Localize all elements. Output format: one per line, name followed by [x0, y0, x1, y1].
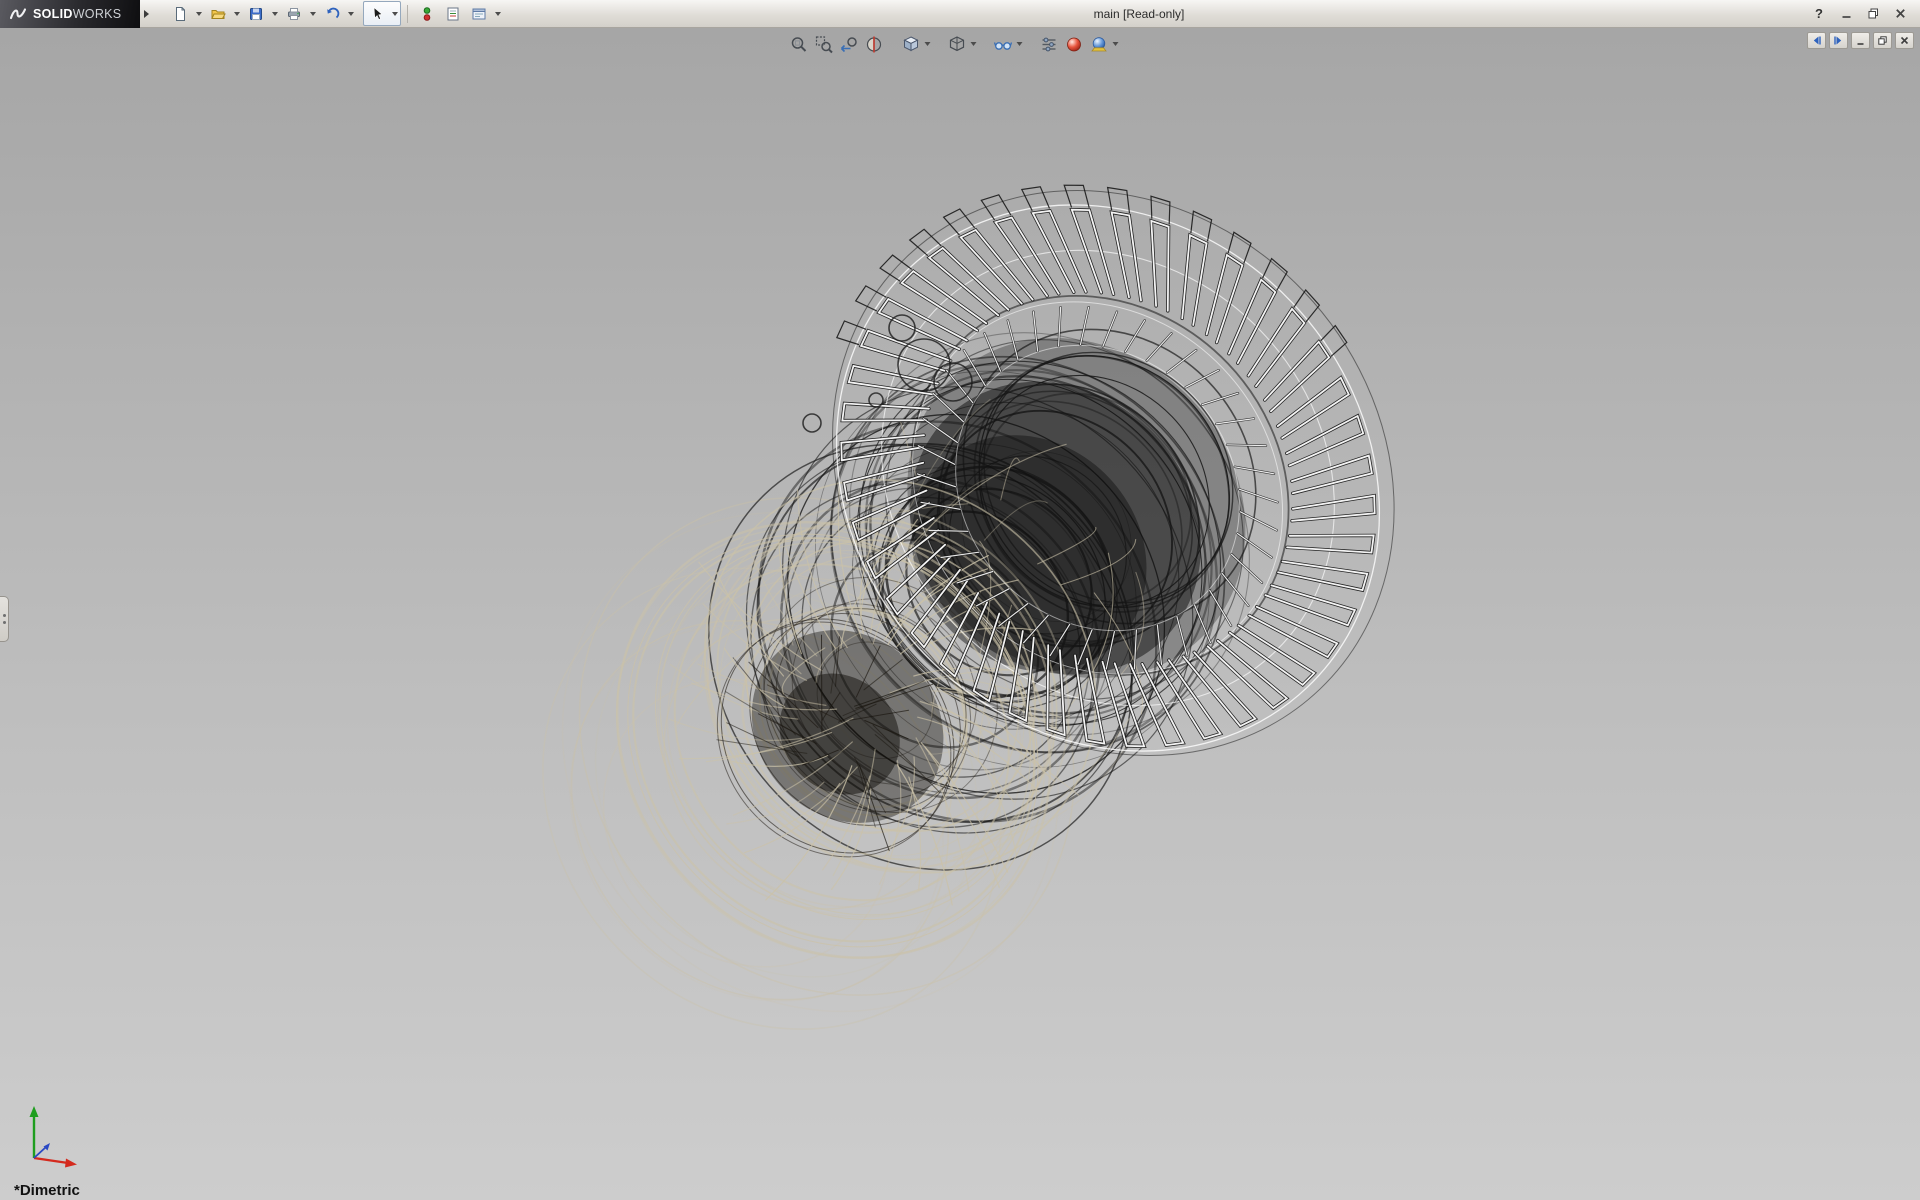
display-style-cube-icon	[947, 35, 966, 54]
hide-show-items-button[interactable]	[992, 33, 1014, 55]
new-document-icon	[172, 6, 188, 22]
view-orientation-label: *Dimetric	[14, 1182, 80, 1199]
red-green-dots-button[interactable]	[414, 2, 439, 25]
caret-down-icon	[348, 12, 354, 16]
options-button[interactable]	[466, 2, 491, 25]
minimize-icon	[1840, 7, 1853, 20]
options-icon	[471, 6, 487, 22]
undo-button[interactable]	[319, 2, 344, 25]
help-button[interactable]: ?	[1809, 4, 1829, 24]
toolbar-separator	[407, 5, 408, 23]
menu-flyout-button[interactable]	[140, 0, 153, 28]
wireframe-turbine-model[interactable]	[0, 28, 1920, 1200]
display-style-button[interactable]	[946, 33, 968, 55]
view-settings-icon	[1039, 35, 1058, 54]
undo-icon	[324, 6, 340, 22]
caret-down-icon	[310, 12, 316, 16]
caret-down-icon[interactable]	[971, 42, 977, 46]
main-toolbar	[167, 1, 503, 26]
section-view-button[interactable]	[863, 33, 885, 55]
toggle-display-pane-button[interactable]	[1829, 32, 1848, 49]
caret-right-icon	[144, 10, 149, 18]
new-document-button[interactable]	[167, 2, 192, 25]
caret-down-icon[interactable]	[1017, 42, 1023, 46]
view-orientation-cube-icon	[901, 35, 920, 54]
undo-dropdown-button[interactable]	[345, 2, 356, 25]
view-settings-button[interactable]	[1038, 33, 1060, 55]
document-title: main [Read-only]	[1094, 7, 1185, 21]
caret-down-icon	[272, 12, 278, 16]
save-button[interactable]	[243, 2, 268, 25]
edit-appearance-button[interactable]	[1063, 33, 1085, 55]
restore-icon	[1877, 35, 1888, 46]
save-dropdown-button[interactable]	[269, 2, 280, 25]
open-folder-icon	[210, 6, 226, 22]
solidworks-logo-icon	[8, 6, 28, 22]
restore-document-button[interactable]	[1873, 32, 1892, 49]
pane-arrow-right-icon	[1833, 35, 1844, 46]
new-document-dropdown-button[interactable]	[193, 2, 204, 25]
select-dropdown-button[interactable]	[389, 2, 400, 25]
zoom-to-fit-button[interactable]	[788, 33, 810, 55]
grip-dot	[3, 621, 6, 624]
restore-button[interactable]	[1863, 4, 1883, 24]
eyeglasses-icon	[993, 35, 1012, 54]
print-dropdown-button[interactable]	[307, 2, 318, 25]
zoom-to-area-icon	[814, 35, 833, 54]
select-tool-group	[363, 1, 401, 26]
minimize-button[interactable]	[1836, 4, 1856, 24]
toggle-featuremanager-pane-button[interactable]	[1807, 32, 1826, 49]
caret-down-icon[interactable]	[1113, 42, 1119, 46]
featuremanager-flyout-handle[interactable]	[0, 596, 9, 642]
appearance-ball-icon	[1064, 35, 1083, 54]
caret-down-icon	[495, 12, 501, 16]
close-document-button[interactable]	[1895, 32, 1914, 49]
close-icon	[1894, 7, 1907, 20]
solidworks-logo: SOLIDWORKS	[0, 0, 140, 28]
pane-arrow-left-icon	[1811, 35, 1822, 46]
close-button[interactable]	[1890, 4, 1910, 24]
minimize-document-button[interactable]	[1851, 32, 1870, 49]
document-window-controls	[1807, 32, 1914, 49]
print-button[interactable]	[281, 2, 306, 25]
grip-dot	[3, 614, 6, 617]
print-icon	[286, 6, 302, 22]
open-button[interactable]	[205, 2, 230, 25]
caret-down-icon	[234, 12, 240, 16]
caret-down-icon	[196, 12, 202, 16]
solidworks-window: SOLIDWORKS	[0, 0, 1920, 1200]
app-name: SOLIDWORKS	[33, 7, 121, 21]
cursor-arrow-icon	[369, 6, 385, 22]
red-green-dots-icon	[419, 6, 435, 22]
select-button[interactable]	[364, 2, 389, 25]
heads-up-toolbar	[788, 33, 1119, 55]
zoom-to-fit-icon	[789, 35, 808, 54]
scene-ball-icon	[1089, 35, 1108, 54]
save-icon	[248, 6, 264, 22]
document-properties-icon	[445, 6, 461, 22]
zoom-to-area-button[interactable]	[813, 33, 835, 55]
close-icon	[1899, 35, 1910, 46]
titlebar: SOLIDWORKS	[0, 0, 1920, 28]
caret-down-icon[interactable]	[925, 42, 931, 46]
orientation-triad	[16, 1096, 96, 1176]
previous-view-icon	[839, 35, 858, 54]
restore-icon	[1867, 7, 1880, 20]
options-dropdown-button[interactable]	[492, 2, 503, 25]
view-orientation-button[interactable]	[900, 33, 922, 55]
minimize-icon	[1855, 35, 1866, 46]
graphics-area[interactable]: *Dimetric	[0, 28, 1920, 1200]
document-properties-button[interactable]	[440, 2, 465, 25]
caret-down-icon	[392, 12, 398, 16]
window-controls: ?	[1809, 4, 1920, 24]
previous-view-button[interactable]	[838, 33, 860, 55]
section-view-icon	[864, 35, 883, 54]
open-dropdown-button[interactable]	[231, 2, 242, 25]
apply-scene-button[interactable]	[1088, 33, 1110, 55]
